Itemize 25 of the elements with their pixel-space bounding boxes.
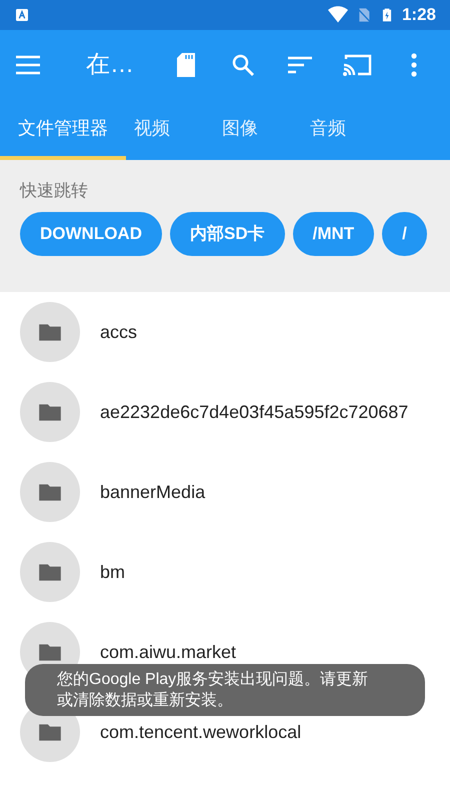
shortcut-chip[interactable]: / <box>382 212 427 256</box>
sd-card-icon <box>175 52 198 78</box>
tab[interactable]: 图像 <box>192 100 280 160</box>
tab[interactable]: 视频 <box>126 100 192 160</box>
file-name[interactable]: com.aiwu.market <box>100 638 236 666</box>
cast-icon <box>342 53 372 77</box>
section-heading: 快速跳转 <box>20 180 89 202</box>
file-name[interactable]: bannerMedia <box>100 478 206 506</box>
search-icon <box>231 53 256 77</box>
sort-icon <box>288 56 312 74</box>
file-name[interactable]: bm <box>100 558 126 586</box>
menu-icon <box>15 55 41 75</box>
shortcut-chip[interactable]: 内部SD卡 <box>170 212 285 256</box>
more-icon <box>410 53 418 77</box>
wifi-icon <box>328 5 348 25</box>
shortcut-chip[interactable]: DOWNLOAD <box>20 212 162 256</box>
toolbar-title: 在… <box>86 50 135 80</box>
clock: 1:28 <box>402 4 436 26</box>
toast-message: 您的Google Play服务安装出现问题。请更新或清除数据或重新安装。 <box>25 664 425 716</box>
tab[interactable]: 音频 <box>280 100 368 160</box>
notification-icon <box>14 7 30 23</box>
shortcut-chip[interactable]: /MNT <box>292 212 374 256</box>
file-name[interactable]: accs <box>100 318 138 346</box>
file-name[interactable]: ae2232de6c7d4e03f45a595f2c720687 <box>100 398 408 426</box>
file-name[interactable]: com.tencent.weworklocal <box>100 718 302 746</box>
